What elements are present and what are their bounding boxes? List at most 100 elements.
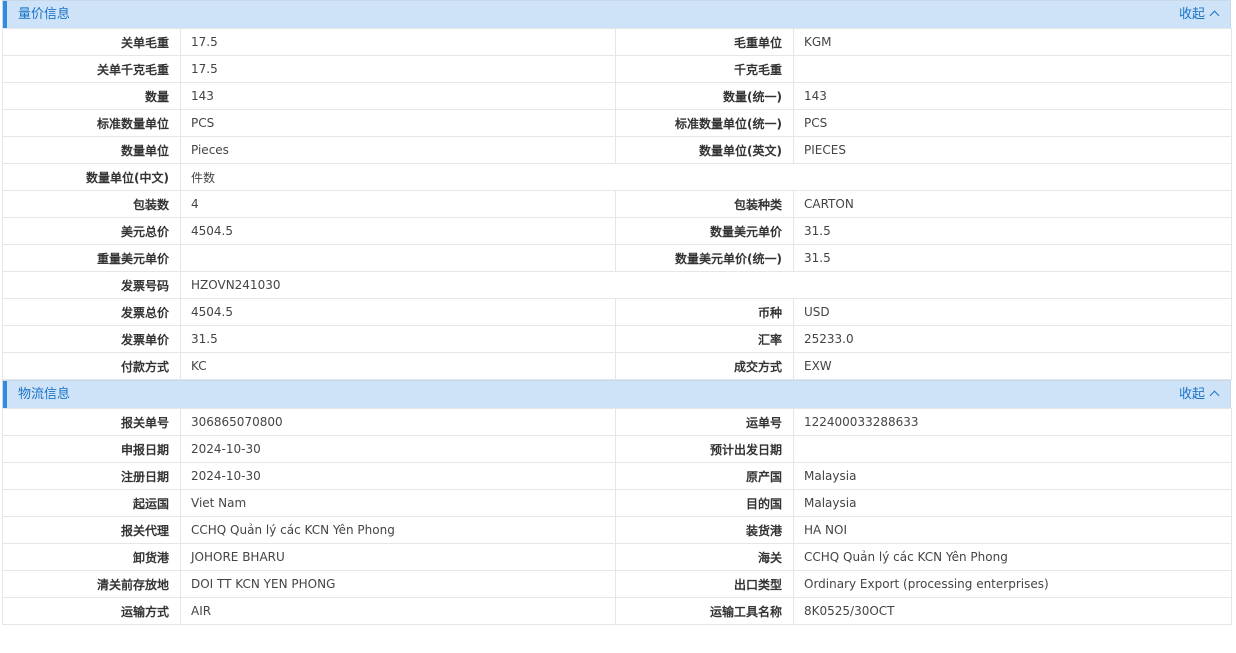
field-value: CCHQ Quản lý các KCN Yên Phong — [793, 543, 1232, 571]
table-row: 数量单位 Pieces 数量单位(英文) PIECES — [2, 136, 1232, 164]
field-label: 目的国 — [615, 489, 794, 517]
section-title: 物流信息 — [18, 387, 71, 402]
field-value: Malaysia — [793, 489, 1232, 517]
field-label: 关单千克毛重 — [2, 55, 181, 83]
field-value: 31.5 — [793, 244, 1232, 272]
field-label: 标准数量单位(统一) — [615, 109, 794, 137]
field-value: 143 — [180, 82, 616, 110]
table-row: 发票单价 31.5 汇率 25233.0 — [2, 325, 1232, 353]
field-value: PCS — [180, 109, 616, 137]
table-row: 起运国 Viet Nam 目的国 Malaysia — [2, 489, 1232, 517]
field-label: 卸货港 — [2, 543, 181, 571]
field-label: 运输工具名称 — [615, 597, 794, 625]
table-row: 发票号码 HZOVN241030 — [2, 271, 1232, 299]
table-row: 数量单位(中文) 件数 — [2, 163, 1232, 191]
chevron-up-icon — [1209, 10, 1220, 21]
field-label: 报关代理 — [2, 516, 181, 544]
field-label: 千克毛重 — [615, 55, 794, 83]
chevron-up-icon — [1209, 390, 1220, 401]
field-value: JOHORE BHARU — [180, 543, 616, 571]
field-value: 17.5 — [180, 28, 616, 56]
field-label: 原产国 — [615, 462, 794, 490]
field-value — [793, 55, 1232, 83]
table-row: 重量美元单价 数量美元单价(统一) 31.5 — [2, 244, 1232, 272]
field-label: 数量 — [2, 82, 181, 110]
table-row: 清关前存放地 DOI TT KCN YEN PHONG 出口类型 Ordinary E… — [2, 570, 1232, 598]
field-value: 4504.5 — [180, 298, 616, 326]
table-row: 报关代理 CCHQ Quản lý các KCN Yên Phong 装货港 HA … — [2, 516, 1232, 544]
field-label: 重量美元单价 — [2, 244, 181, 272]
field-value: Pieces — [180, 136, 616, 164]
field-value: CARTON — [793, 190, 1232, 218]
field-value: AIR — [180, 597, 616, 625]
field-value: 8K0525/30OCT — [793, 597, 1232, 625]
section-title: 量价信息 — [18, 7, 71, 22]
field-label: 数量单位(英文) — [615, 136, 794, 164]
field-label: 数量美元单价 — [615, 217, 794, 245]
field-value — [793, 435, 1232, 463]
field-value: USD — [793, 298, 1232, 326]
field-value: DOI TT KCN YEN PHONG — [180, 570, 616, 598]
section-header-price: 量价信息 收起 — [2, 0, 1231, 28]
field-label: 标准数量单位 — [2, 109, 181, 137]
field-label: 装货港 — [615, 516, 794, 544]
field-value: 17.5 — [180, 55, 616, 83]
field-label: 预计出发日期 — [615, 435, 794, 463]
field-label: 付款方式 — [2, 352, 181, 380]
field-value: 31.5 — [180, 325, 616, 353]
detail-panel: 量价信息 收起 关单毛重 17.5 毛重单位 KGM 关单千克毛重 17.5 千克毛重 数量 143… — [2, 0, 1232, 625]
field-label: 起运国 — [2, 489, 181, 517]
table-row: 关单千克毛重 17.5 千克毛重 — [2, 55, 1232, 83]
field-label: 出口类型 — [615, 570, 794, 598]
field-label: 数量单位(中文) — [2, 163, 181, 191]
field-label: 美元总价 — [2, 217, 181, 245]
field-label: 币种 — [615, 298, 794, 326]
collapse-button[interactable]: 收起 — [1179, 381, 1220, 409]
table-row: 运输方式 AIR 运输工具名称 8K0525/30OCT — [2, 597, 1232, 625]
field-value: 4504.5 — [180, 217, 616, 245]
field-label: 注册日期 — [2, 462, 181, 490]
field-value: HA NOI — [793, 516, 1232, 544]
field-value: 2024-10-30 — [180, 462, 616, 490]
field-label: 包装数 — [2, 190, 181, 218]
table-row: 美元总价 4504.5 数量美元单价 31.5 — [2, 217, 1232, 245]
field-value: PIECES — [793, 136, 1232, 164]
table-row: 卸货港 JOHORE BHARU 海关 CCHQ Quản lý các KCN Yê… — [2, 543, 1232, 571]
field-label: 包装种类 — [615, 190, 794, 218]
field-value: Ordinary Export (processing enterprises) — [793, 570, 1232, 598]
field-value: Malaysia — [793, 462, 1232, 490]
field-label: 数量(统一) — [615, 82, 794, 110]
collapse-label: 收起 — [1178, 7, 1205, 22]
collapse-button[interactable]: 收起 — [1178, 1, 1220, 29]
field-value: PCS — [793, 109, 1232, 137]
section-header-logistics: 物流信息 收起 — [2, 380, 1231, 408]
field-value: EXW — [793, 352, 1232, 380]
field-label: 毛重单位 — [615, 28, 794, 56]
field-label: 运单号 — [615, 408, 794, 436]
field-label: 清关前存放地 — [2, 570, 181, 598]
table-row: 付款方式 KC 成交方式 EXW — [2, 352, 1232, 380]
field-label: 数量美元单价(统一) — [615, 244, 794, 272]
field-label: 海关 — [615, 543, 794, 571]
field-value: HZOVN241030 — [180, 271, 1232, 299]
table-row: 报关单号 306865070800 运单号 122400033288633 — [2, 408, 1232, 436]
table-row: 关单毛重 17.5 毛重单位 KGM — [2, 28, 1232, 56]
field-value: 4 — [180, 190, 616, 218]
field-value: 件数 — [180, 163, 1232, 191]
field-label: 发票总价 — [2, 298, 181, 326]
field-value: 143 — [793, 82, 1232, 110]
table-row: 数量 143 数量(统一) 143 — [2, 82, 1232, 110]
section-accent-bar — [3, 381, 7, 408]
field-label: 申报日期 — [2, 435, 181, 463]
field-value: 122400033288633 — [793, 408, 1232, 436]
field-label: 运输方式 — [2, 597, 181, 625]
field-value: 31.5 — [793, 217, 1232, 245]
field-label: 发票号码 — [2, 271, 181, 299]
field-value: CCHQ Quản lý các KCN Yên Phong — [180, 516, 616, 544]
table-row: 注册日期 2024-10-30 原产国 Malaysia — [2, 462, 1232, 490]
table-row: 标准数量单位 PCS 标准数量单位(统一) PCS — [2, 109, 1232, 137]
field-value: KGM — [793, 28, 1232, 56]
table-row: 发票总价 4504.5 币种 USD — [2, 298, 1232, 326]
field-label: 数量单位 — [2, 136, 181, 164]
field-value: KC — [180, 352, 616, 380]
